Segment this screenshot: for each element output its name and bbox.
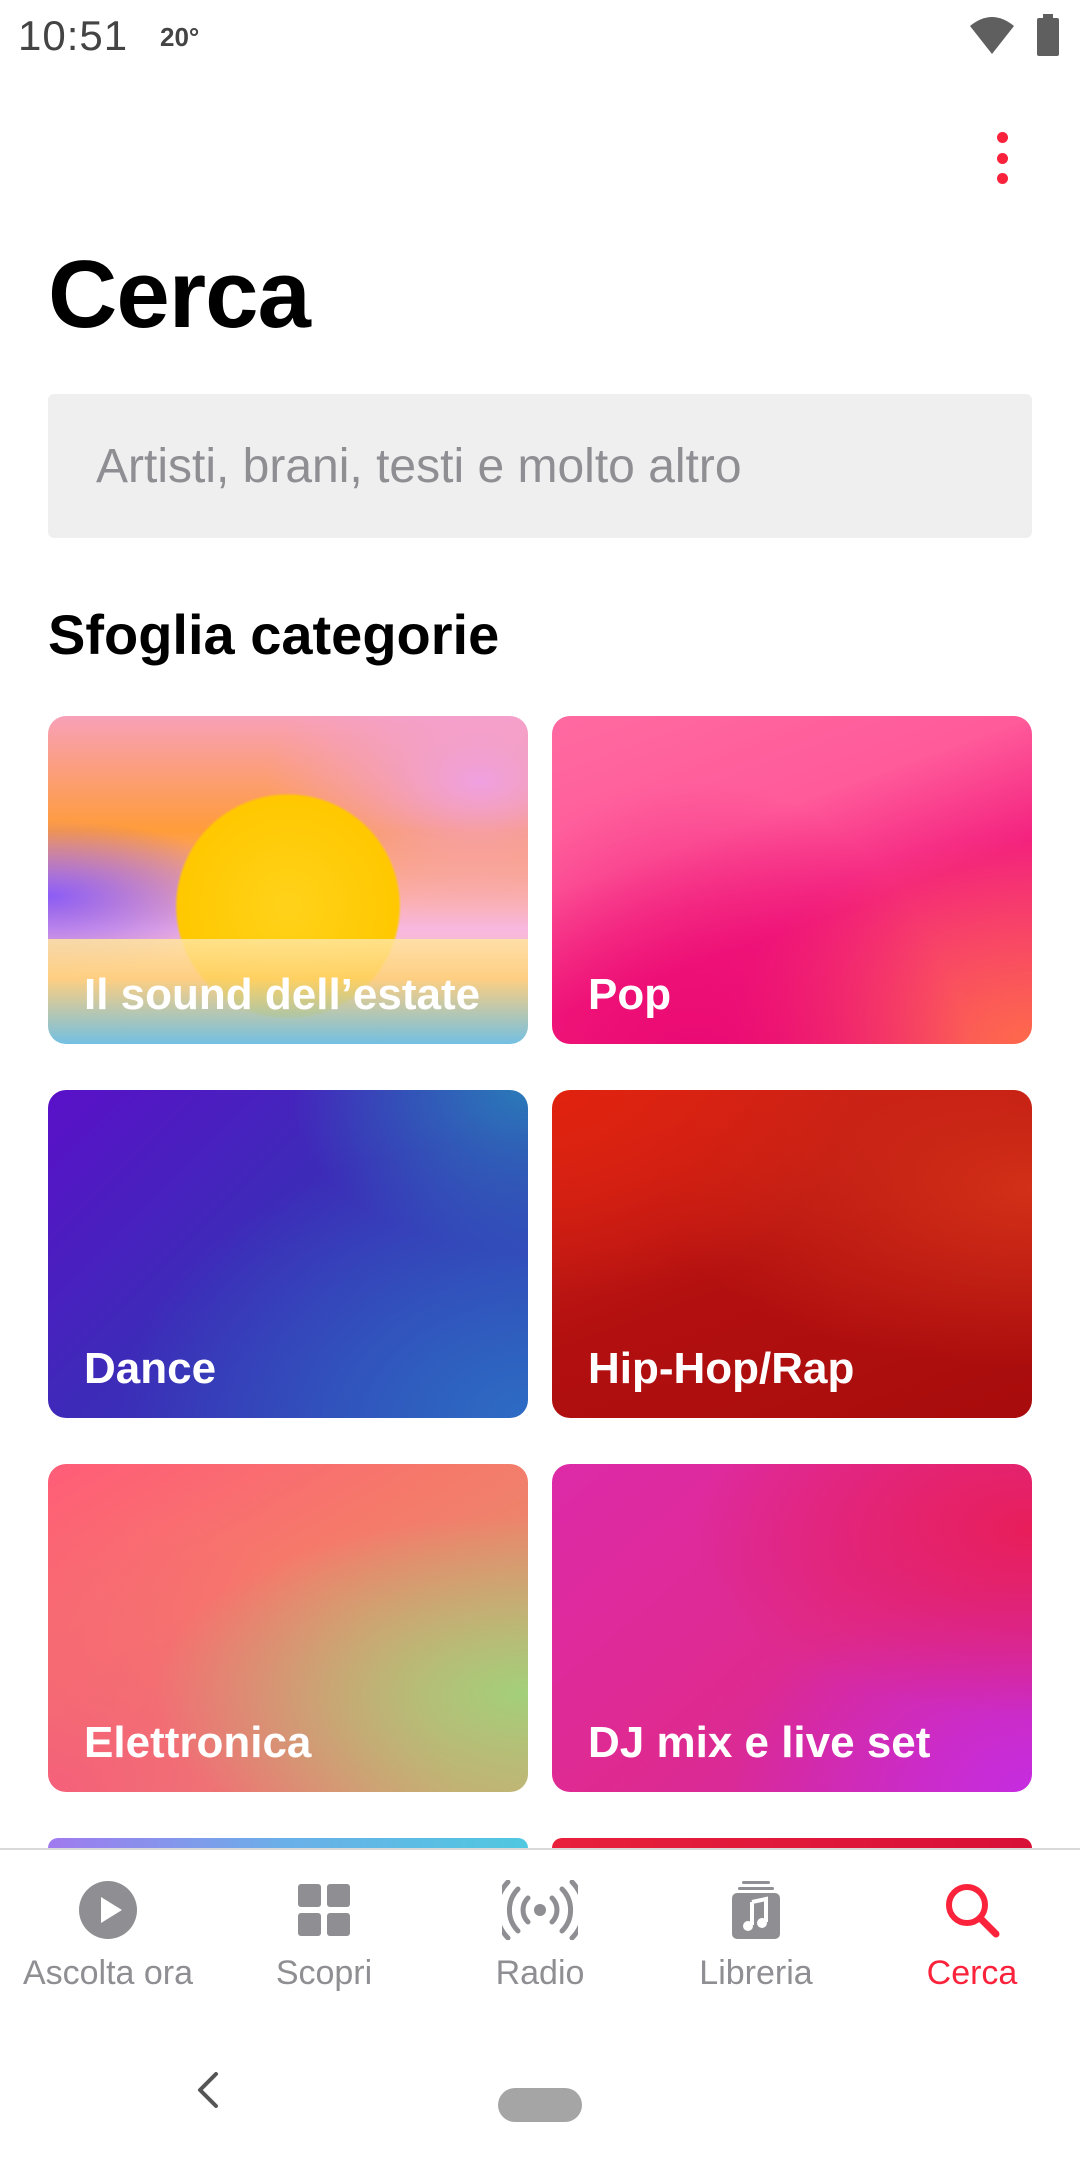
category-tile-hip-hop-rap[interactable]: Hip-Hop/Rap	[552, 1090, 1032, 1418]
play-circle-icon	[79, 1881, 137, 1939]
category-label: DJ mix e live set	[588, 1718, 931, 1767]
grid-icon	[298, 1884, 350, 1936]
tab-label: Radio	[495, 1954, 585, 1992]
status-temperature: 20°	[160, 22, 200, 52]
tab-radio[interactable]: Radio	[432, 1850, 648, 2020]
category-label: Hip-Hop/Rap	[588, 1344, 855, 1393]
system-navigation-bar	[0, 2018, 1080, 2160]
wifi-icon	[970, 17, 1014, 54]
tab-label: Libreria	[699, 1954, 813, 1992]
back-icon[interactable]	[192, 2070, 224, 2110]
search-icon	[946, 1884, 1000, 1938]
tab-label: Scopri	[275, 1954, 373, 1992]
category-tile-dj-mix[interactable]: DJ mix e live set	[552, 1464, 1032, 1792]
search-bar[interactable]	[48, 394, 1032, 538]
tab-libreria[interactable]: Libreria	[648, 1850, 864, 2020]
search-input[interactable]	[48, 394, 1032, 538]
radio-broadcast-icon	[502, 1880, 578, 1940]
status-bar: 10:51 20°	[0, 0, 1080, 72]
bottom-tab-bar: Ascolta ora Scopri Radio Libreria Cerca	[0, 1848, 1080, 2018]
category-tile-elettronica[interactable]: Elettronica	[48, 1464, 528, 1792]
category-label: Elettronica	[84, 1718, 312, 1767]
library-music-icon	[732, 1881, 780, 1939]
category-label: Pop	[588, 970, 672, 1019]
tab-label: Cerca	[926, 1954, 1018, 1992]
tab-cerca[interactable]: Cerca	[864, 1850, 1080, 2020]
tab-label: Ascolta ora	[22, 1954, 194, 1992]
category-tile-summer-sound[interactable]: Il sound dell’estate	[48, 716, 528, 1044]
category-tile-dance[interactable]: Dance	[48, 1090, 528, 1418]
more-vert-icon	[996, 132, 1008, 143]
page-title: Cerca	[48, 241, 311, 348]
home-pill-button[interactable]	[498, 2088, 582, 2122]
category-label: Dance	[84, 1344, 217, 1393]
tab-scopri[interactable]: Scopri	[216, 1850, 432, 2020]
status-time: 10:51	[18, 12, 129, 59]
more-options-button[interactable]	[982, 128, 1022, 188]
browse-categories-title: Sfoglia categorie	[48, 603, 500, 666]
category-tile-pop[interactable]: Pop	[552, 716, 1032, 1044]
category-label: Il sound dell’estate	[84, 970, 481, 1019]
battery-icon	[1037, 14, 1059, 56]
tab-ascolta-ora[interactable]: Ascolta ora	[0, 1850, 216, 2020]
